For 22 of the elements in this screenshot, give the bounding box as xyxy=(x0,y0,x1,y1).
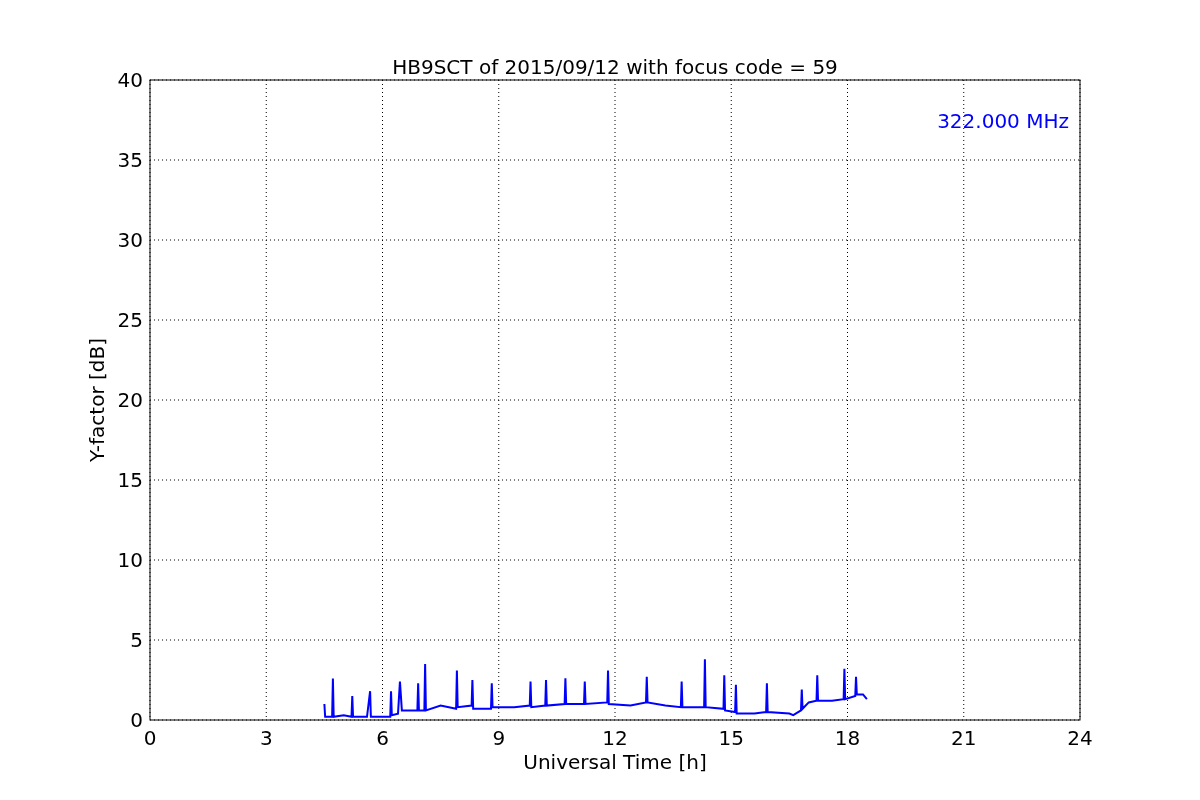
chart-title: HB9SCT of 2015/09/12 with focus code = 59 xyxy=(392,55,838,79)
axis-title: Universal Time [h] xyxy=(523,750,707,774)
axis-title: Y-factor [dB] xyxy=(85,338,109,462)
tick-label: 40 xyxy=(117,68,143,92)
tick-label: 21 xyxy=(951,726,977,750)
tick-label: 15 xyxy=(117,468,143,492)
tick-label: 10 xyxy=(117,548,143,572)
tick-label: 30 xyxy=(117,228,143,252)
tick-label: 12 xyxy=(602,726,628,750)
series-label: 322.000 MHz xyxy=(937,109,1069,133)
tick-label: 35 xyxy=(117,148,143,172)
tick-label: 3 xyxy=(259,726,273,750)
tick-label: 6 xyxy=(376,726,389,750)
tick-label: 18 xyxy=(834,726,861,750)
tick-label: 20 xyxy=(117,388,143,412)
tick-label: 5 xyxy=(130,628,143,652)
tick-label: 9 xyxy=(492,726,506,750)
tick-label: 25 xyxy=(117,308,143,332)
tick-label: 0 xyxy=(143,726,157,750)
tick-label: 0 xyxy=(130,708,143,732)
tick-label: 15 xyxy=(718,726,744,750)
tick-label: 24 xyxy=(1067,726,1093,750)
